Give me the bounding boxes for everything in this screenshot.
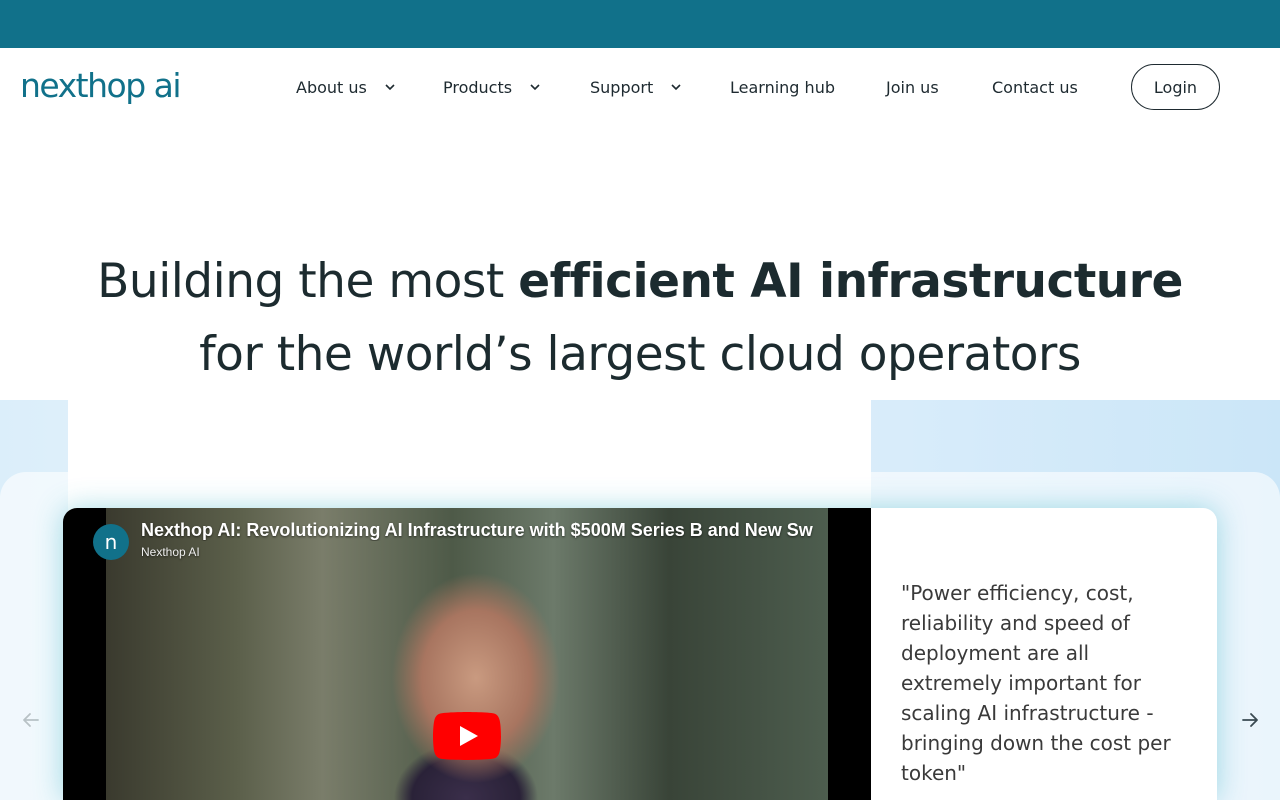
arrow-right-icon[interactable]: [1238, 708, 1262, 732]
hero-line-1-bold: efficient AI infrastructure: [518, 254, 1183, 309]
hero-line-1-regular: Building the most: [97, 254, 519, 309]
nav-support[interactable]: Support: [590, 76, 683, 98]
channel-avatar[interactable]: n: [93, 524, 129, 560]
hero-line-1: Building the most efficient AI infrastru…: [0, 245, 1280, 318]
nav-products[interactable]: Products: [443, 76, 542, 98]
arrow-left-icon[interactable]: [19, 708, 43, 732]
nav-learning-hub[interactable]: Learning hub: [730, 76, 835, 98]
nav-about-us[interactable]: About us: [296, 76, 397, 98]
nav-products-label: Products: [443, 77, 513, 97]
nav-join-us[interactable]: Join us: [886, 76, 939, 98]
login-button[interactable]: Login: [1131, 64, 1220, 110]
hero-heading: Building the most efficient AI infrastru…: [0, 245, 1280, 391]
announcement-bar: [0, 0, 1280, 48]
main-nav: nexthop ai About us Products Support Lea…: [0, 48, 1280, 126]
video-channel-name[interactable]: Nexthop AI: [141, 545, 200, 559]
chevron-down-icon: [530, 84, 540, 91]
brand-logo[interactable]: nexthop ai: [20, 66, 182, 106]
nav-about-us-label: About us: [296, 77, 367, 97]
video-player[interactable]: n Nexthop AI: Revolutionizing AI Infrast…: [63, 508, 871, 800]
nav-support-label: Support: [590, 77, 654, 97]
chevron-down-icon: [385, 84, 395, 91]
chevron-down-icon: [671, 84, 681, 91]
testimonial-quote: "Power efficiency, cost, reliability and…: [901, 581, 1171, 785]
play-icon[interactable]: [433, 712, 501, 760]
video-title[interactable]: Nexthop AI: Revolutionizing AI Infrastru…: [141, 520, 841, 541]
hero-line-2: for the world’s largest cloud operators: [199, 327, 1081, 382]
nav-contact-us[interactable]: Contact us: [992, 76, 1078, 98]
testimonial-card: n Nexthop AI: Revolutionizing AI Infrast…: [63, 508, 1217, 800]
